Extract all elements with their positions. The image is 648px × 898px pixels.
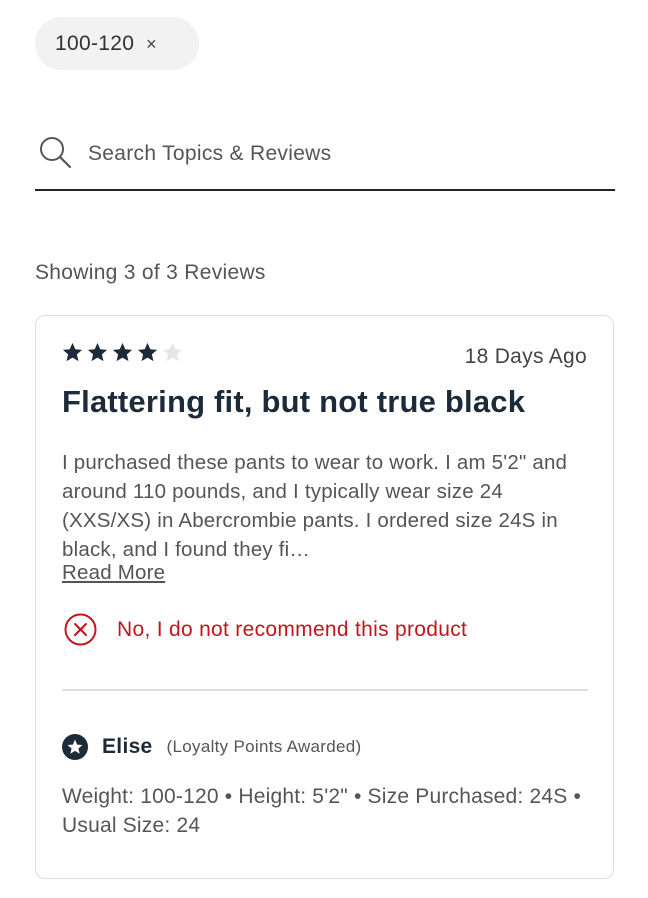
search-icon[interactable]: [37, 134, 73, 170]
filter-chip-label: 100-120: [55, 31, 135, 55]
star-rating: [61, 341, 184, 364]
reviewer-badge: (Loyalty Points Awarded): [166, 737, 362, 756]
review-title: Flattering fit, but not true black: [62, 384, 526, 419]
review-date: 18 Days Ago: [464, 345, 587, 368]
search-input[interactable]: [88, 136, 598, 172]
divider: [62, 689, 588, 691]
star-filled-icon: [112, 342, 133, 362]
star-filled-icon: [87, 342, 108, 362]
reviewer-name: Elise: [102, 735, 153, 758]
recommendation-text: No, I do not recommend this product: [117, 617, 468, 641]
read-more-link[interactable]: Read More: [62, 561, 165, 585]
star-filled-icon: [62, 342, 83, 362]
search-bar: [35, 130, 615, 191]
filter-chip[interactable]: 100-120 ×: [35, 17, 199, 70]
not-recommend-icon: [64, 613, 97, 646]
reviewer-details: Weight: 100-120 • Height: 5'2" • Size Pu…: [62, 785, 582, 837]
star-empty-icon: [162, 342, 183, 362]
recommendation: No, I do not recommend this product: [64, 613, 467, 646]
star-badge-icon: [62, 734, 88, 760]
review-body: I purchased these pants to wear to work.…: [62, 451, 568, 561]
star-filled-icon: [137, 342, 158, 362]
review-card: 18 Days Ago Flattering fit, but not true…: [35, 315, 614, 879]
reviewer-info: Elise (Loyalty Points Awarded): [62, 734, 361, 760]
results-count: Showing 3 of 3 Reviews: [35, 261, 266, 284]
remove-filter-icon[interactable]: ×: [146, 35, 157, 53]
